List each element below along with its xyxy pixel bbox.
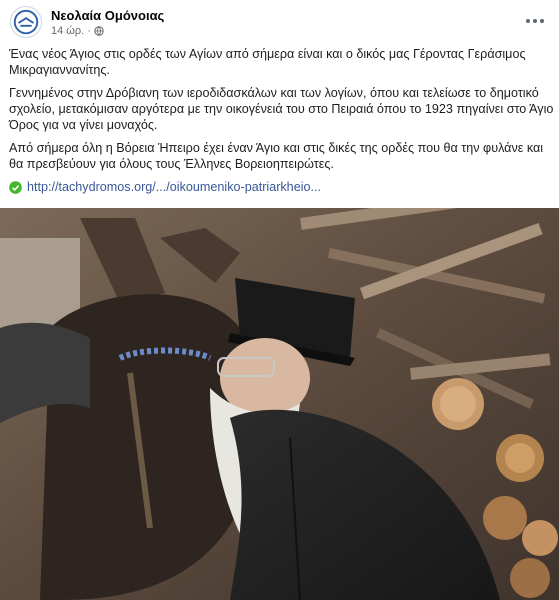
meta-separator: · — [87, 25, 91, 37]
more-options-icon[interactable] — [525, 12, 545, 30]
post-photo-image — [0, 208, 559, 600]
post-time[interactable]: 14 ώρ. — [51, 25, 84, 37]
article-link[interactable]: http://tachydromos.org/.../oikoumeniko-p… — [27, 179, 321, 195]
page-name[interactable]: Νεολαία Ομόνοιας — [51, 8, 164, 23]
facebook-post: Νεολαία Ομόνοιας 14 ώρ. · Ένας νέος Άγιο… — [0, 0, 559, 600]
post-header: Νεολαία Ομόνοιας 14 ώρ. · — [0, 0, 559, 44]
post-photo[interactable] — [0, 208, 559, 600]
omonoia-logo-icon[interactable] — [10, 6, 42, 38]
paragraph-1: Ένας νέος Άγιος στις ορδές των Αγίων από… — [9, 47, 526, 77]
post-text: Ένας νέος Άγιος στις ορδές των Αγίων από… — [9, 46, 554, 195]
post-meta: 14 ώρ. · — [51, 25, 104, 37]
green-check-icon — [9, 180, 22, 194]
paragraph-2: Γεννημένος στην Δρόβιανη των ιεροδιδασκά… — [9, 86, 554, 132]
globe-icon — [94, 26, 104, 36]
link-line: http://tachydromos.org/.../oikoumeniko-p… — [9, 179, 554, 195]
paragraph-3: Από σήμερα όλη η Βόρεια Ήπειρο έχει έναν… — [9, 141, 544, 171]
